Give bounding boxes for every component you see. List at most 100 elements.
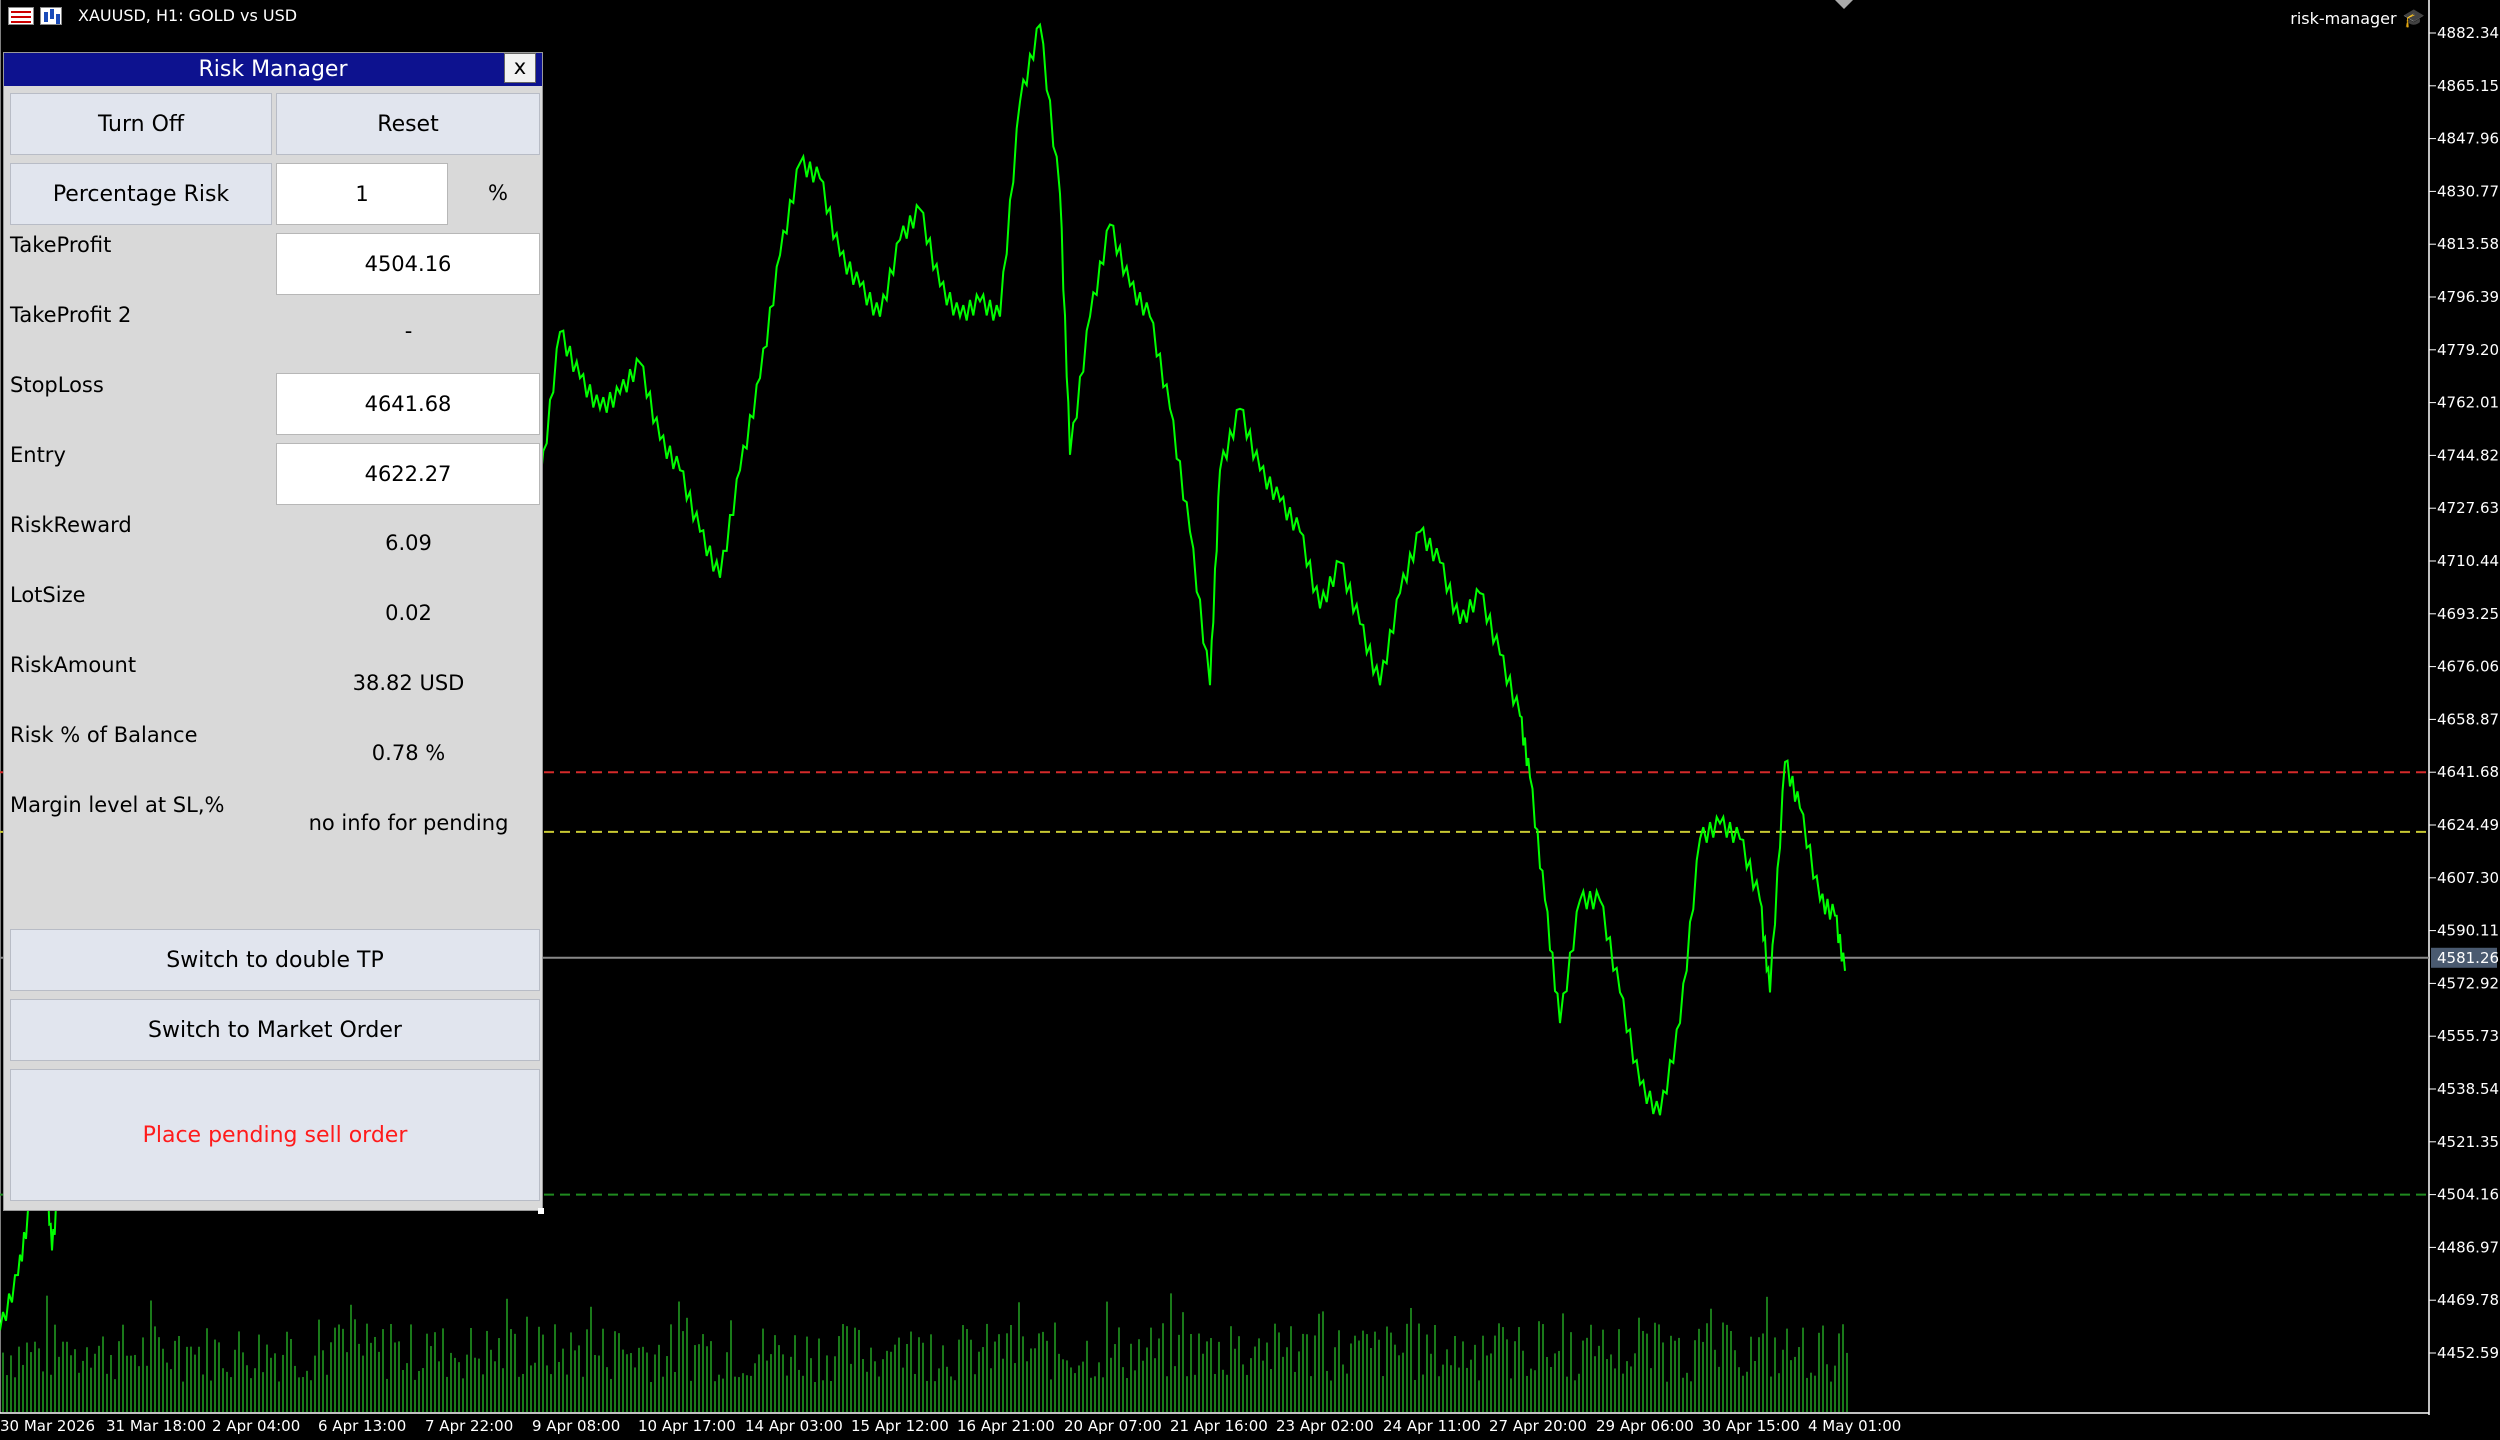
volume-bar — [614, 1331, 616, 1412]
switch-double-tp-button[interactable]: Switch to double TP — [10, 929, 540, 991]
volume-bar — [606, 1367, 608, 1412]
volume-bar — [802, 1375, 804, 1412]
volume-bar — [570, 1332, 572, 1412]
volume-bar — [662, 1376, 664, 1412]
chart-list-icon[interactable] — [8, 7, 34, 25]
volume-bar — [990, 1368, 992, 1412]
volume-bar — [630, 1353, 632, 1412]
volume-bar — [1454, 1335, 1456, 1412]
volume-bar — [234, 1349, 236, 1412]
time-axis-label: 20 Apr 07:00 — [1064, 1417, 1162, 1435]
volume-bar — [254, 1368, 256, 1412]
volume-bar — [1310, 1376, 1312, 1412]
close-button[interactable]: x — [504, 53, 536, 83]
volume-bar — [162, 1348, 164, 1412]
volume-bar — [194, 1354, 196, 1412]
price-axis-label: 4847.96 — [2437, 130, 2499, 148]
volume-bar — [1826, 1364, 1828, 1412]
volume-bar — [558, 1361, 560, 1412]
volume-bar — [1042, 1331, 1044, 1412]
volume-bar — [1146, 1347, 1148, 1412]
volume-bar — [790, 1356, 792, 1412]
volume-bar — [478, 1358, 480, 1412]
volume-bar — [874, 1361, 876, 1412]
place-order-button[interactable]: Place pending sell order — [10, 1069, 540, 1201]
volume-bar — [1750, 1336, 1752, 1412]
volume-bar — [270, 1357, 272, 1412]
takeprofit-input[interactable]: 4504.16 — [276, 233, 540, 295]
volume-bar — [266, 1344, 268, 1412]
volume-bar — [158, 1337, 160, 1412]
volume-bar — [1426, 1334, 1428, 1412]
volume-bar — [598, 1355, 600, 1412]
volume-bar — [1374, 1331, 1376, 1412]
stoploss-label: StopLoss — [10, 373, 104, 397]
switch-market-order-button[interactable]: Switch to Market Order — [10, 999, 540, 1061]
volume-bar — [466, 1354, 468, 1412]
volume-bar — [1126, 1378, 1128, 1412]
volume-bar — [814, 1381, 816, 1412]
volume-bar — [1430, 1353, 1432, 1412]
volume-bar — [1362, 1330, 1364, 1412]
volume-bar — [686, 1317, 688, 1412]
symbol-title: XAUUSD, H1: GOLD vs USD — [78, 6, 298, 25]
margin-level-value: no info for pending — [308, 811, 509, 835]
volume-bar — [178, 1335, 180, 1412]
volume-bar — [278, 1381, 280, 1412]
volume-bar — [446, 1376, 448, 1412]
chevron-down-icon[interactable] — [1835, 0, 1853, 9]
volume-bar — [1414, 1379, 1416, 1412]
stoploss-input[interactable]: 4641.68 — [276, 373, 540, 435]
volume-bar — [318, 1319, 320, 1412]
volume-bar — [1150, 1327, 1152, 1412]
turn-off-button[interactable]: Turn Off — [10, 93, 272, 155]
volume-bar — [1070, 1367, 1072, 1412]
volume-bar — [726, 1352, 728, 1412]
chart-type-icon[interactable] — [40, 7, 62, 25]
volume-bar — [1686, 1372, 1688, 1412]
volume-bar — [1774, 1337, 1776, 1412]
volume-bar — [1158, 1338, 1160, 1412]
volume-bar — [522, 1373, 524, 1412]
time-axis-label: 14 Apr 03:00 — [745, 1417, 843, 1435]
entry-input[interactable]: 4622.27 — [276, 443, 540, 505]
percentage-risk-button[interactable]: Percentage Risk — [10, 163, 272, 225]
volume-bar — [642, 1346, 644, 1412]
volume-bar — [1058, 1353, 1060, 1412]
volume-bar — [730, 1320, 732, 1412]
volume-bar — [334, 1327, 336, 1412]
volume-bar — [890, 1351, 892, 1412]
volume-bar — [210, 1380, 212, 1412]
time-axis-label: 15 Apr 12:00 — [851, 1417, 949, 1435]
time-axis-label: 6 Apr 13:00 — [318, 1417, 406, 1435]
volume-bar — [582, 1376, 584, 1412]
price-axis-label: 4658.87 — [2437, 710, 2499, 728]
volume-bar — [214, 1339, 216, 1412]
volume-bar — [1010, 1325, 1012, 1412]
volume-bar — [1398, 1355, 1400, 1412]
risk-value-input[interactable]: 1 — [276, 163, 448, 225]
volume-bar — [1842, 1324, 1844, 1412]
volume-bar — [538, 1326, 540, 1412]
volume-bar — [1442, 1364, 1444, 1412]
volume-bar — [362, 1355, 364, 1412]
price-axis-label: 4796.39 — [2437, 288, 2499, 306]
volume-bar — [238, 1331, 240, 1412]
volume-bar — [634, 1367, 636, 1412]
volume-bar — [622, 1349, 624, 1412]
volume-bar — [1234, 1348, 1236, 1412]
volume-bar — [310, 1380, 312, 1412]
volume-bar — [14, 1377, 16, 1412]
volume-bar — [1562, 1313, 1564, 1412]
reset-button[interactable]: Reset — [276, 93, 540, 155]
volume-bar — [86, 1347, 88, 1412]
resize-handle[interactable] — [538, 1208, 544, 1214]
volume-bar — [618, 1333, 620, 1412]
volume-bar — [46, 1295, 48, 1412]
volume-bar — [106, 1373, 108, 1412]
time-axis-label: 23 Apr 02:00 — [1276, 1417, 1374, 1435]
volume-bar — [1038, 1333, 1040, 1412]
volume-bar — [1434, 1324, 1436, 1412]
volume-bar — [646, 1352, 648, 1412]
volume-bar — [386, 1378, 388, 1412]
